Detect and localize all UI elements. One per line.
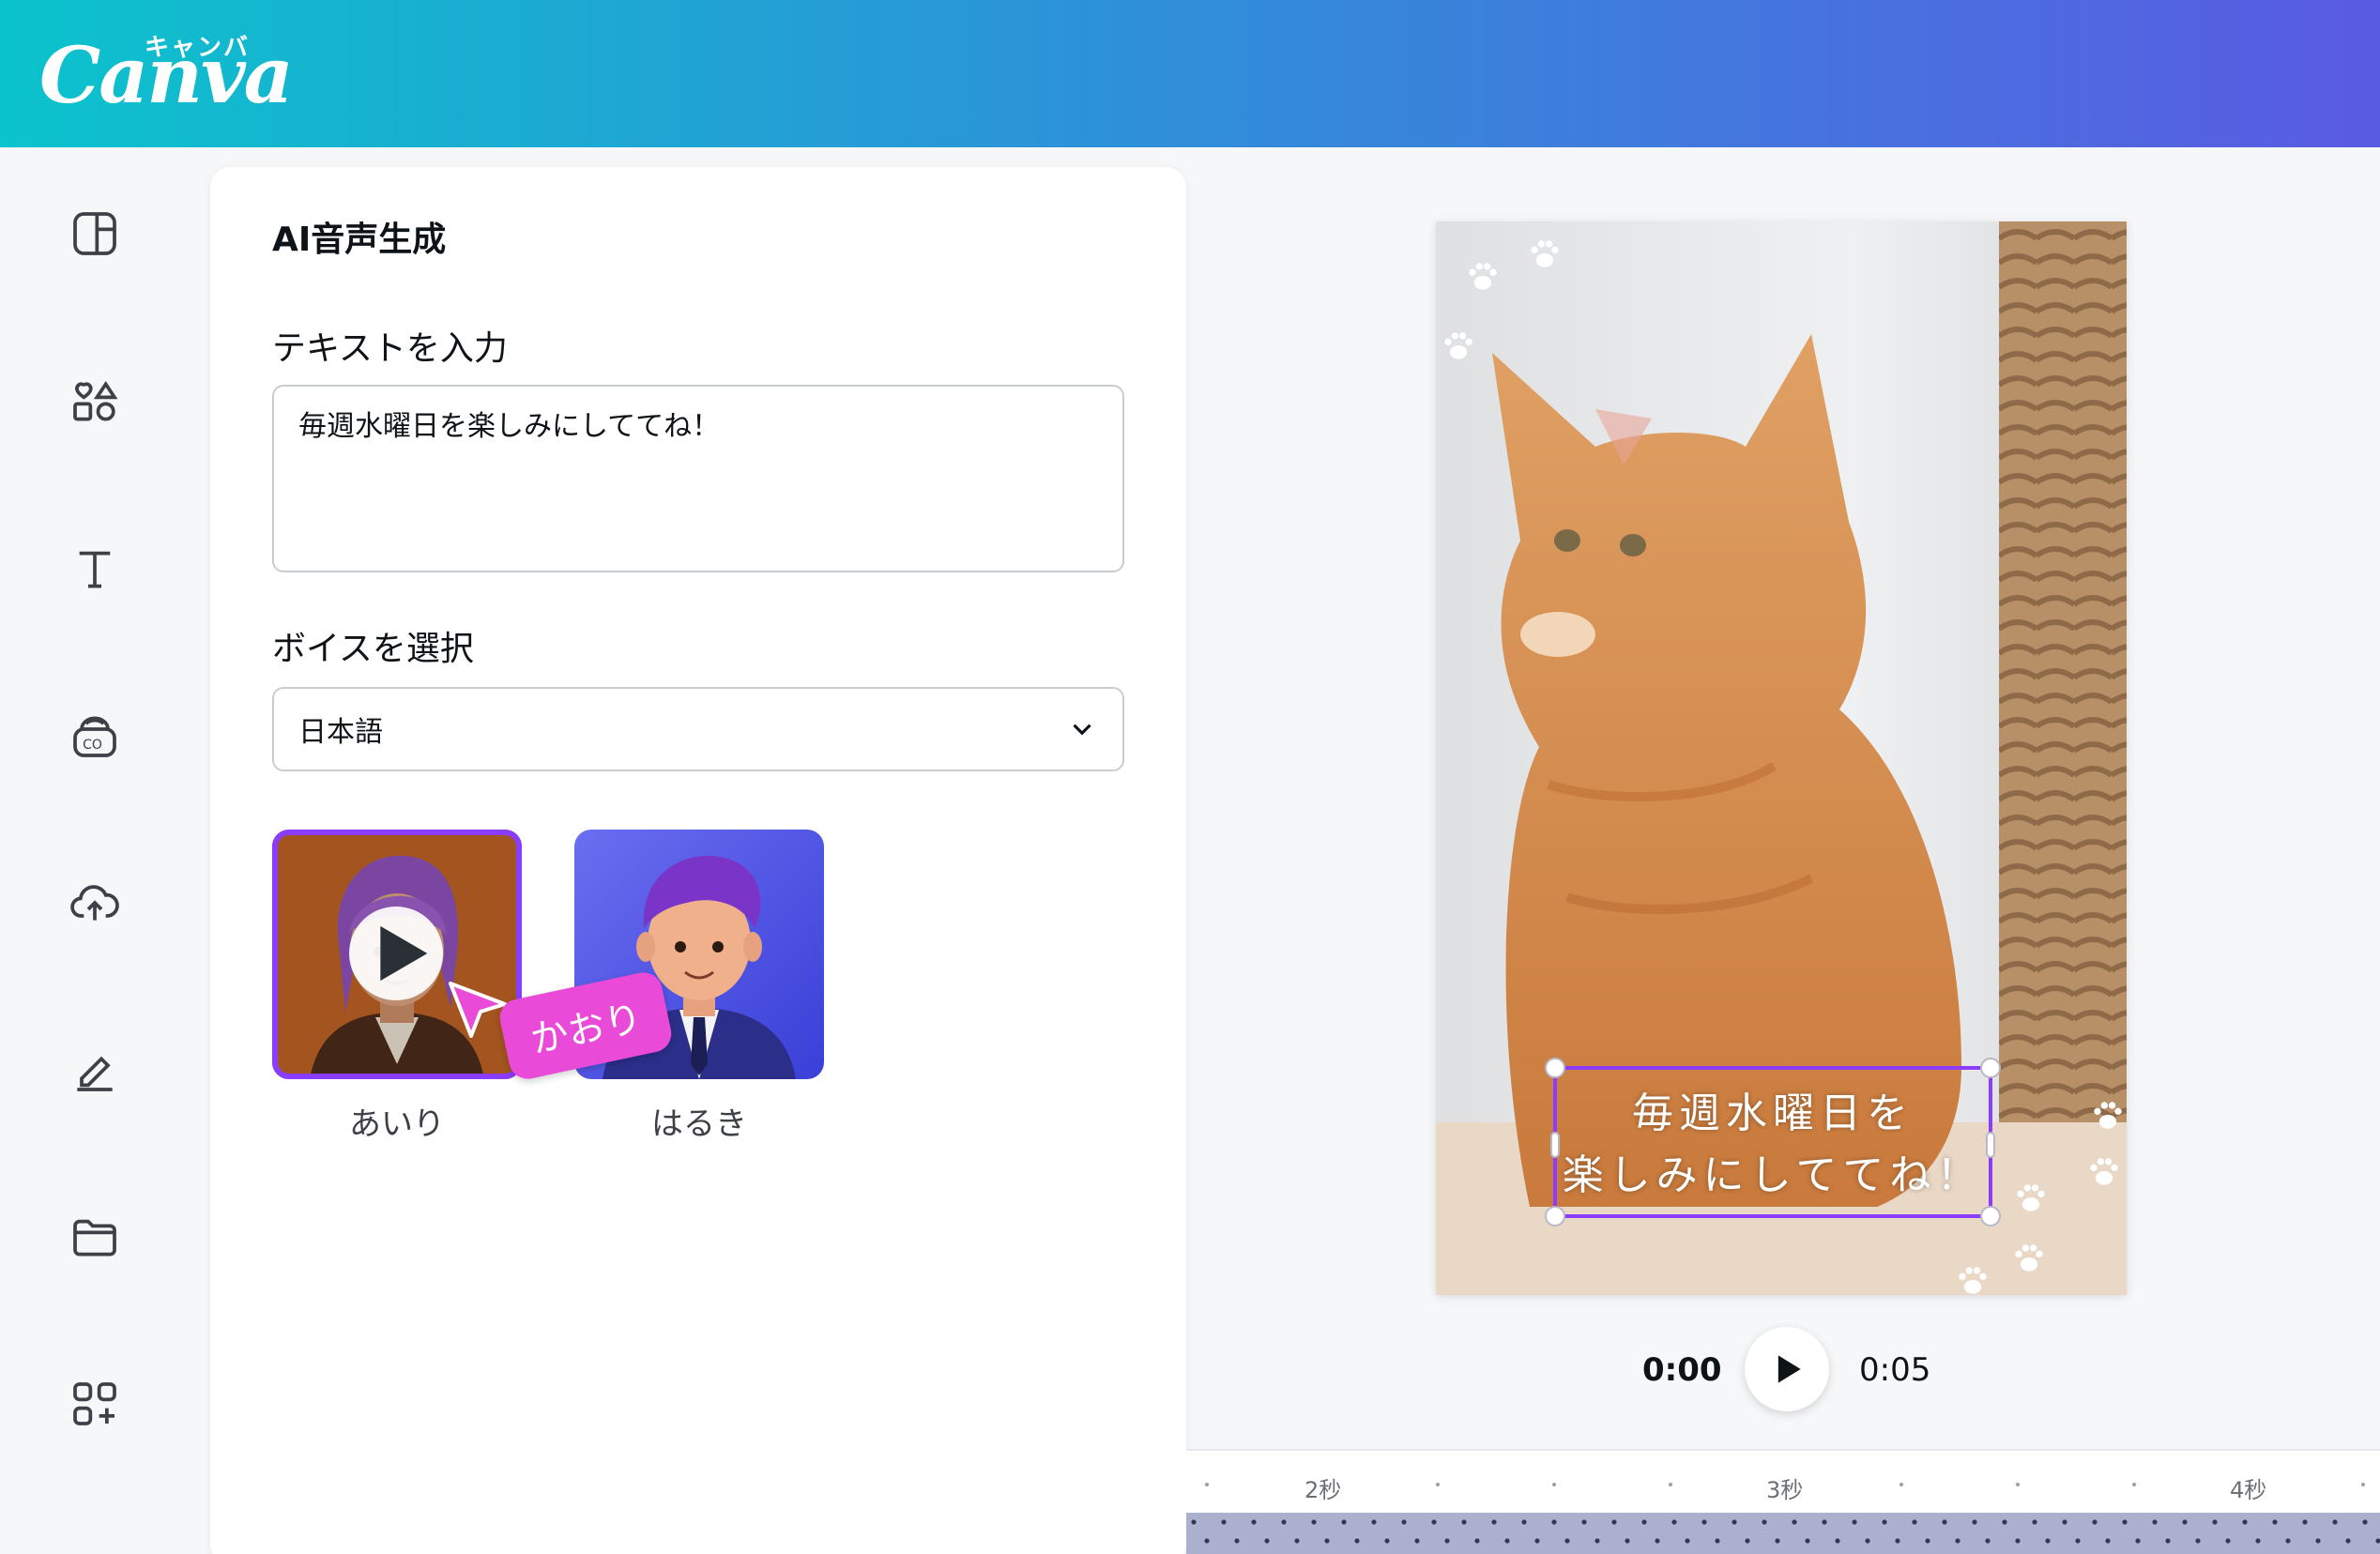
draw-icon[interactable] [60, 1035, 130, 1105]
paw-icon [1959, 1267, 1987, 1294]
play-button[interactable] [1745, 1327, 1829, 1411]
timeline-tick: 3秒 [1766, 1477, 1804, 1503]
svg-text:CO: CO [83, 738, 102, 753]
paw-icon [1469, 263, 1497, 290]
voice-select-label: ボイスを選択 [272, 630, 474, 668]
play-icon [380, 925, 428, 982]
voice-name-airi: あいり [349, 1105, 445, 1143]
resize-handle[interactable] [1980, 1058, 2001, 1078]
play-icon [1777, 1355, 1801, 1383]
resize-handle[interactable] [1980, 1206, 2001, 1226]
total-time: 0:05 [1859, 1351, 1931, 1389]
timeline: 2秒 3秒 4秒 [1186, 1449, 2380, 1554]
paw-icon [1531, 240, 1559, 267]
voice-option-airi[interactable] [272, 830, 522, 1079]
caption-text-box[interactable]: 毎週水曜日を 楽しみにしててね！ [1545, 1058, 2001, 1226]
paw-icon [2094, 1102, 2122, 1129]
language-select-value: 日本語 [298, 716, 383, 749]
timeline-tick: 2秒 [1304, 1477, 1342, 1503]
top-bar: Canva キャンバ [0, 0, 2380, 147]
side-rail: CO [0, 147, 190, 1554]
brand-icon[interactable]: CO [60, 701, 130, 770]
text-icon[interactable] [60, 534, 130, 603]
paw-icon [1444, 332, 1472, 359]
resize-handle[interactable] [1545, 1058, 1565, 1078]
paw-icon [2090, 1158, 2118, 1185]
timeline-tick: 4秒 [2230, 1477, 2267, 1503]
ai-voice-panel: AI音声生成 テキストを入力 毎週水曜日を楽しみにしててね！ ボイスを選択 日本… [210, 167, 1186, 1554]
apps-icon[interactable] [60, 1369, 130, 1439]
canva-logo[interactable]: Canva キャンバ [39, 34, 294, 114]
caption-text: 毎週水曜日を 楽しみにしててね！ [1562, 1089, 1984, 1199]
voice-name-haruki: はるき [651, 1105, 747, 1143]
timeline-track[interactable] [1186, 1513, 2380, 1554]
text-input-label: テキストを入力 [272, 329, 508, 368]
language-select[interactable]: 日本語 [272, 687, 1124, 771]
paw-icon [2017, 1184, 2045, 1211]
play-preview-button[interactable] [349, 906, 443, 1000]
current-time: 0:00 [1642, 1351, 1722, 1389]
layout-icon[interactable] [60, 199, 130, 268]
upload-icon[interactable] [60, 868, 130, 937]
text-input[interactable]: 毎週水曜日を楽しみにしててね！ [272, 385, 1124, 572]
elements-icon[interactable] [60, 367, 130, 436]
resize-handle[interactable] [1986, 1132, 1995, 1158]
panel-title: AI音声生成 [272, 221, 447, 259]
resize-handle[interactable] [1545, 1206, 1565, 1226]
resize-handle[interactable] [1550, 1132, 1560, 1158]
paw-icon [2015, 1244, 2043, 1272]
design-canvas[interactable]: 毎週水曜日を 楽しみにしててね！ [1436, 221, 2127, 1295]
chevron-down-icon [1073, 724, 1091, 736]
folder-icon[interactable] [60, 1202, 130, 1272]
